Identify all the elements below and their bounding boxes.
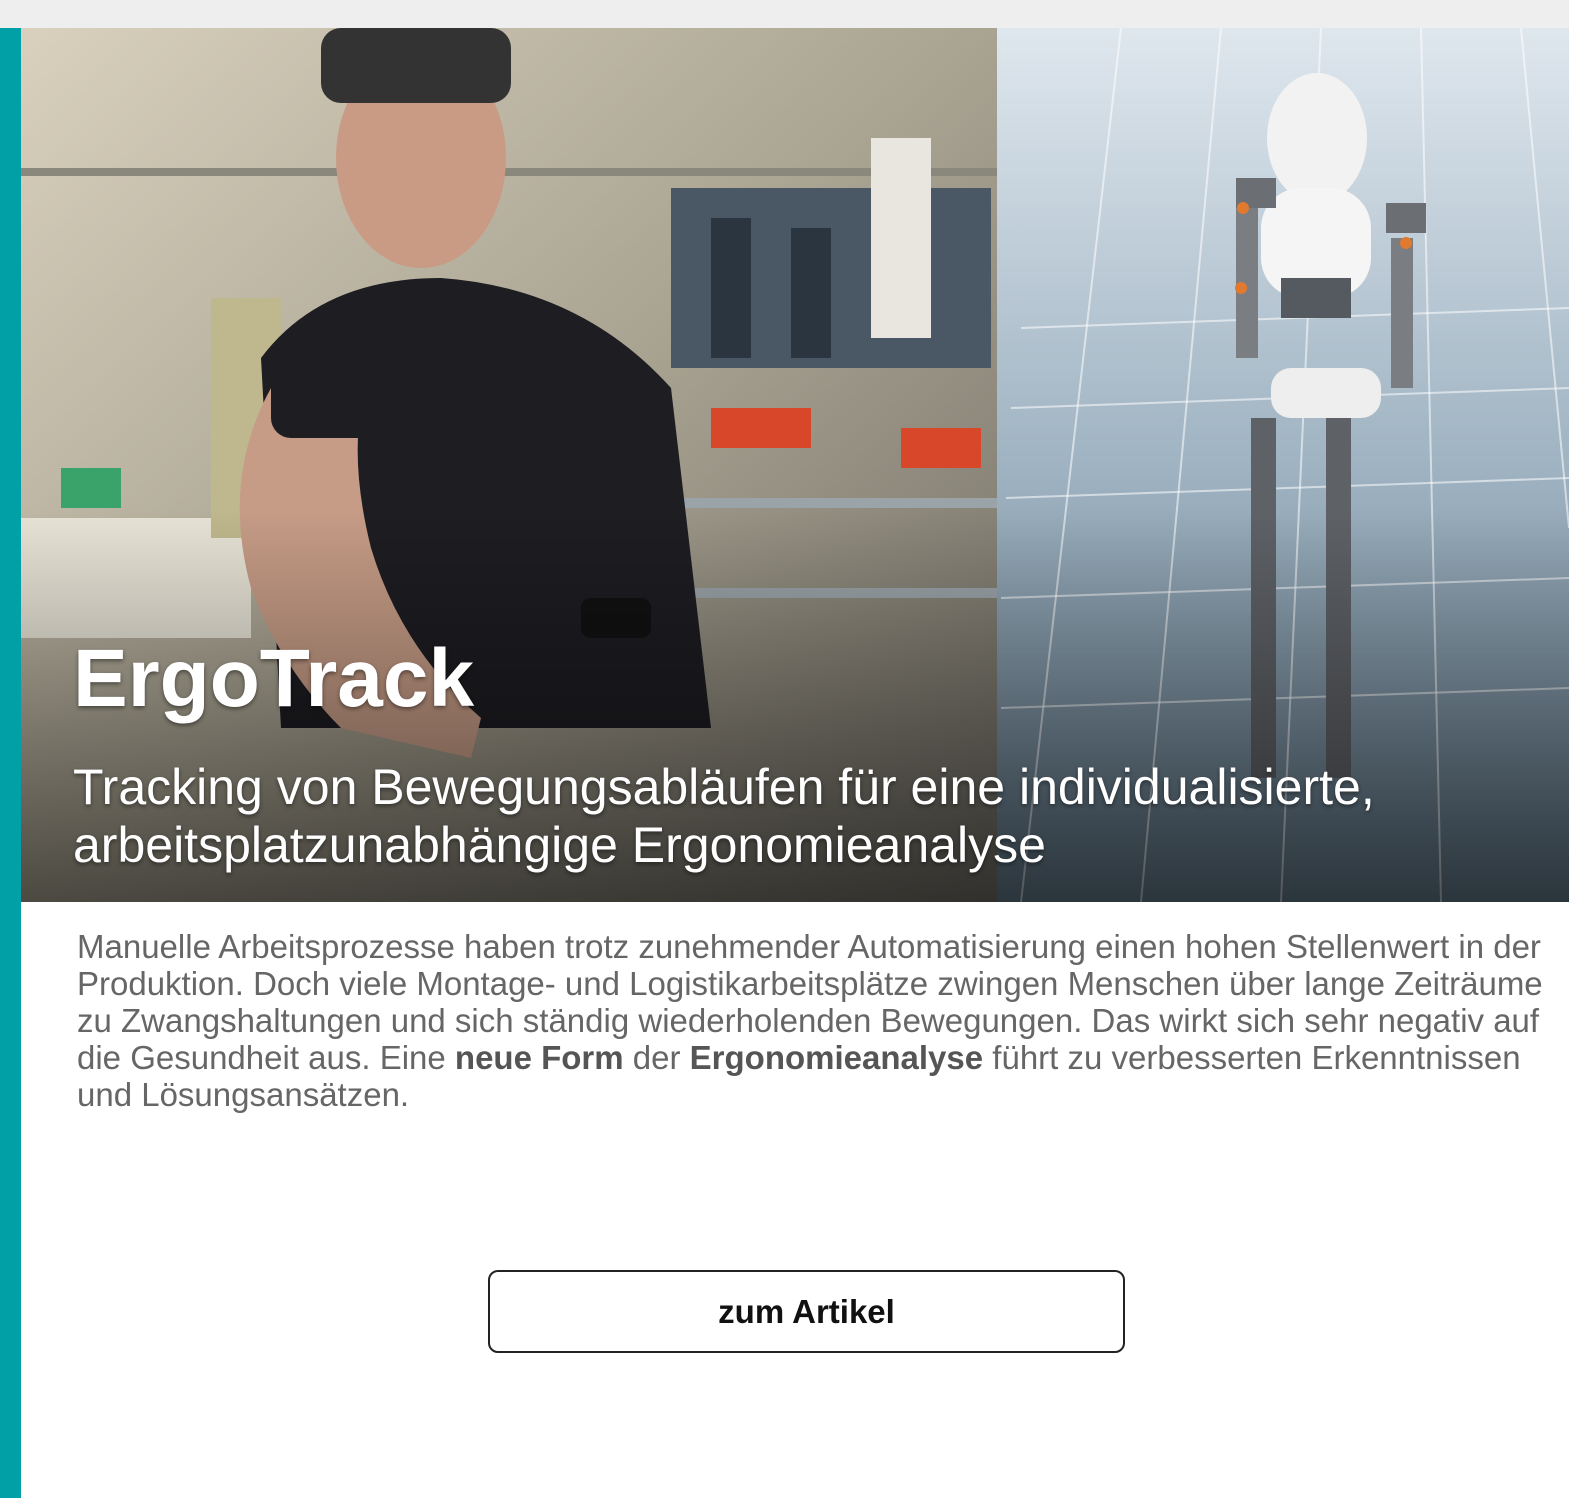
hero-subtitle: Tracking von Bewegungsabläufen für eine … bbox=[73, 758, 1563, 874]
intro-bold-1: neue Form bbox=[454, 1039, 624, 1076]
intro-bold-2: Ergonomieanalyse bbox=[689, 1039, 984, 1076]
accent-bar bbox=[0, 28, 21, 1498]
hero-title: ErgoTrack bbox=[73, 633, 475, 724]
top-bar bbox=[0, 0, 1569, 28]
hero-subtitle-line-2: arbeitsplatzunabhängige Ergonomieanalyse bbox=[73, 817, 1046, 873]
intro-text-2: der bbox=[623, 1039, 690, 1076]
intro-paragraph: Manuelle Arbeitsprozesse haben trotz zun… bbox=[77, 928, 1547, 1113]
read-article-button[interactable]: zum Artikel bbox=[488, 1270, 1125, 1353]
hero-banner[interactable]: ErgoTrack Tracking von Bewegungsabläufen… bbox=[21, 28, 1569, 902]
hero-subtitle-line-1: Tracking von Bewegungsabläufen für eine … bbox=[73, 759, 1375, 815]
